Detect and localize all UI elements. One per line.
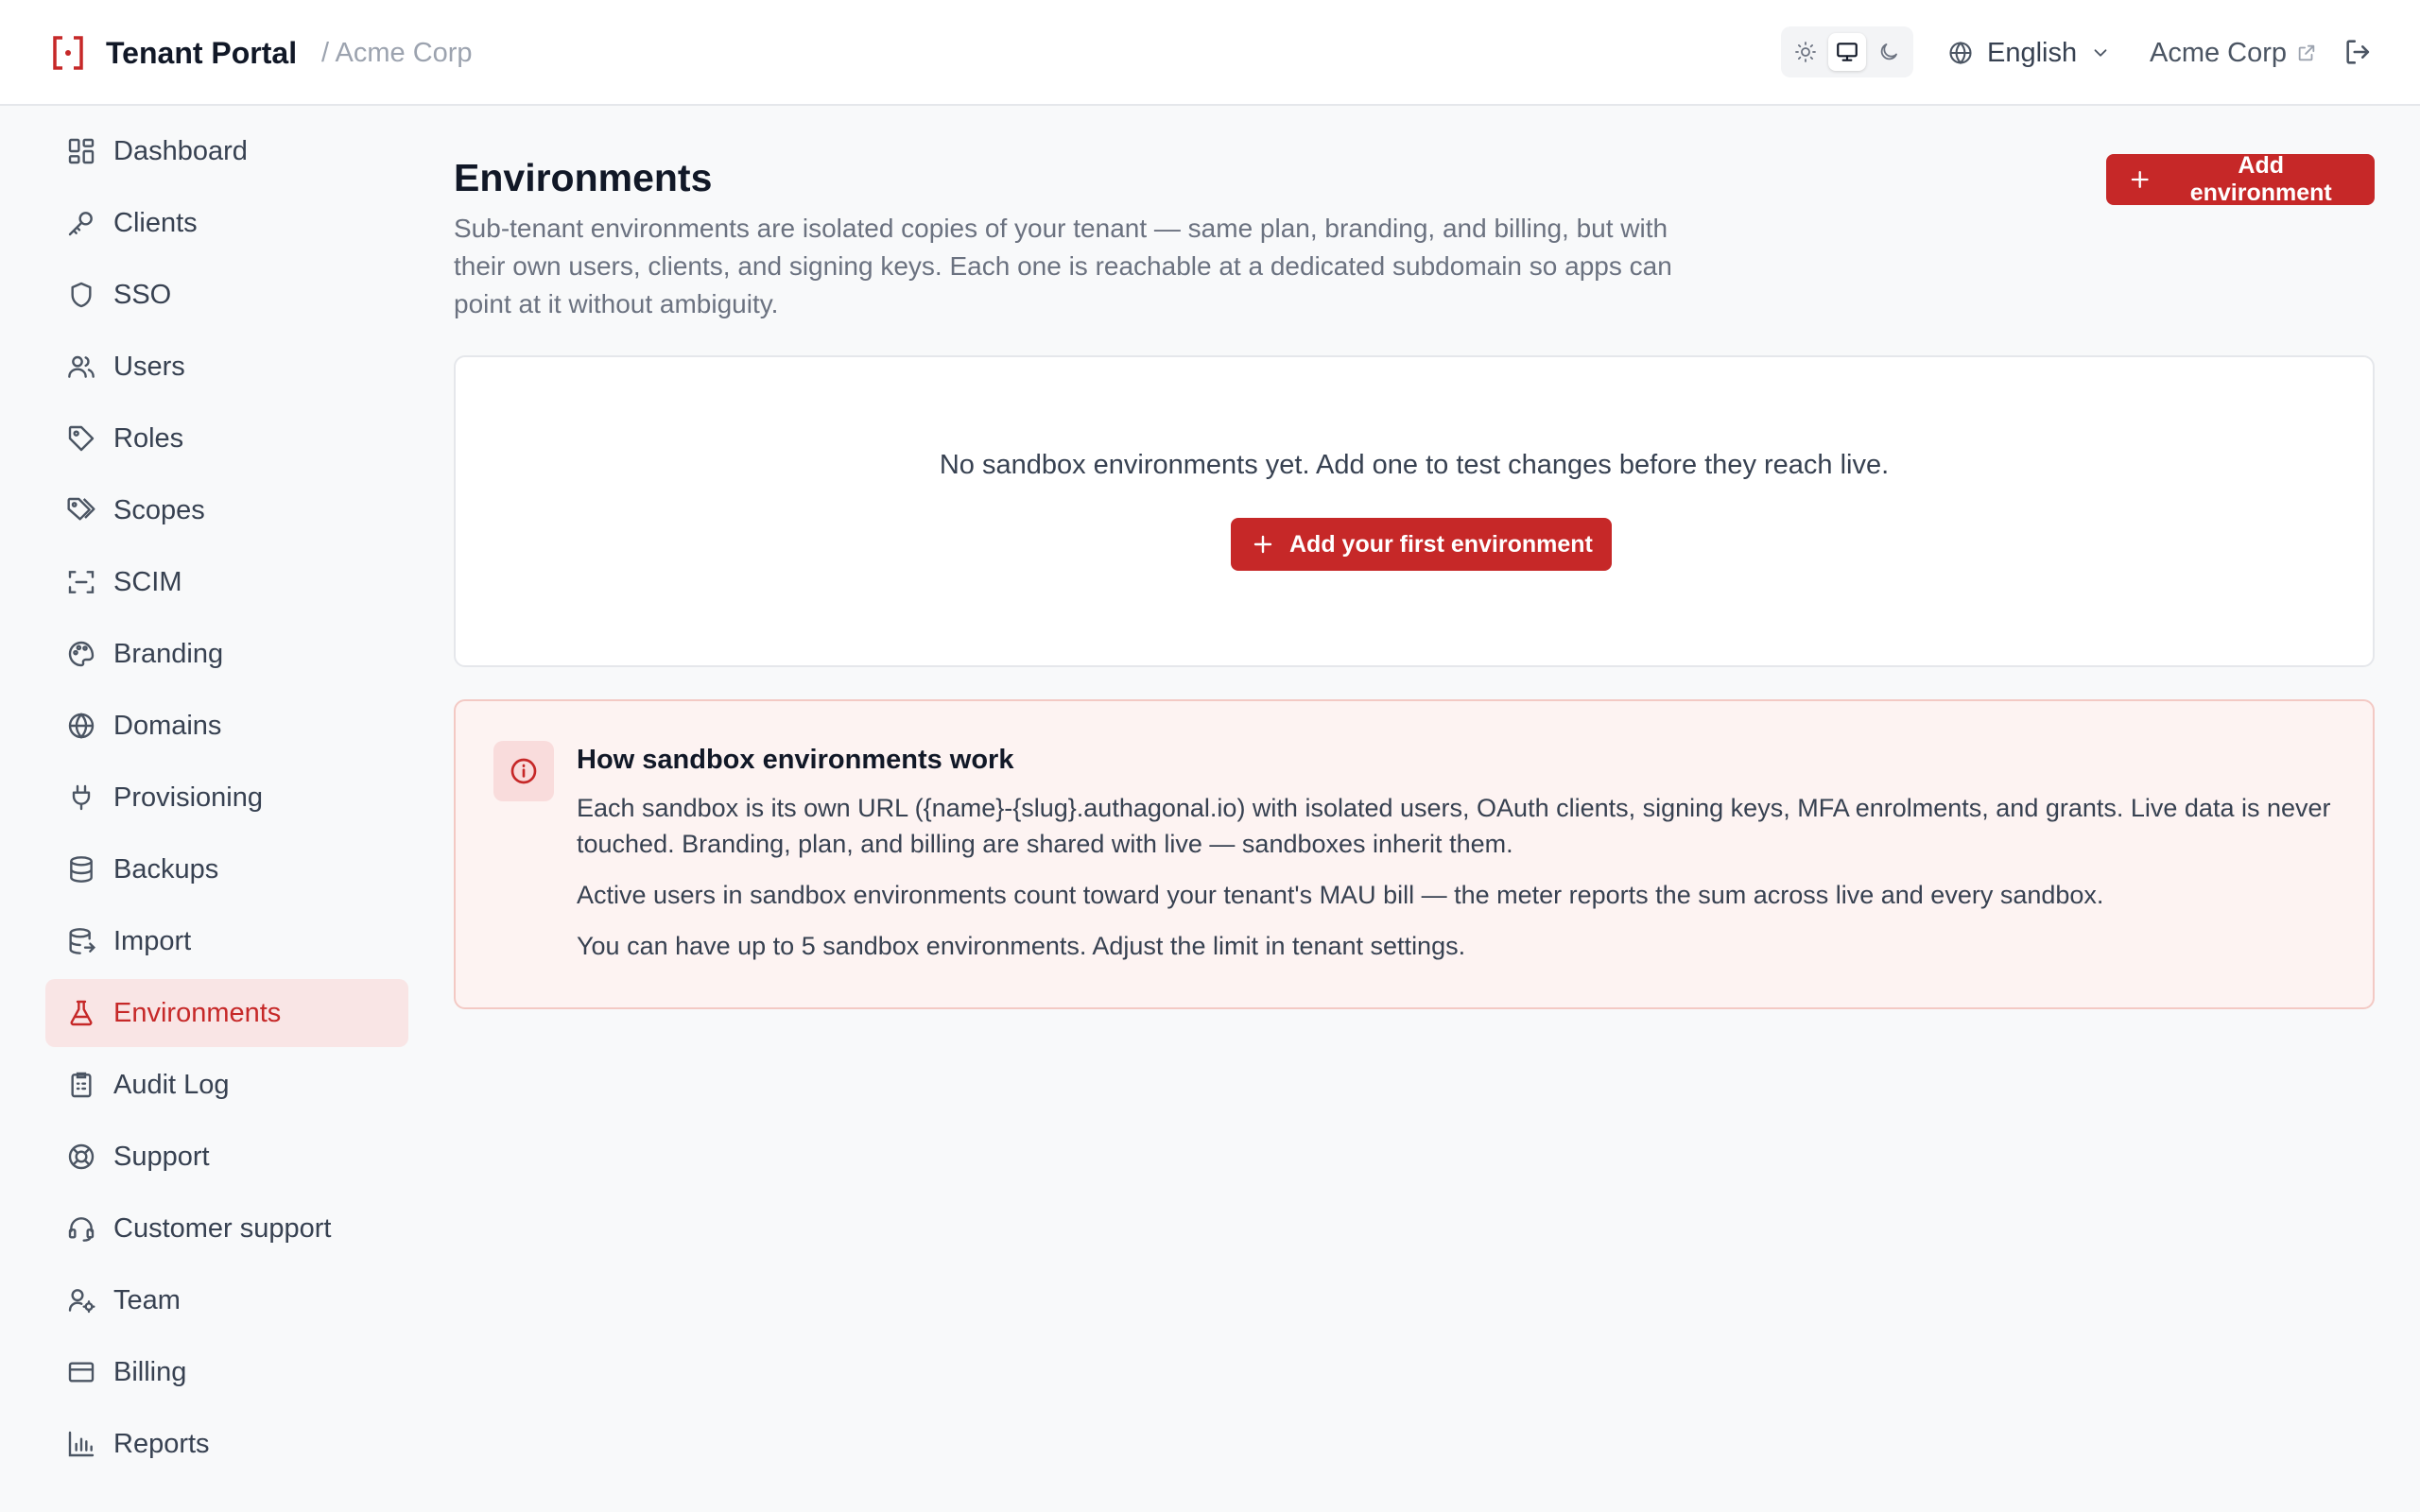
page-description: Sub-tenant environments are isolated cop… <box>454 214 1672 318</box>
info-paragraph: You can have up to 5 sandbox environment… <box>577 932 1466 960</box>
sidebar-item-label: SSO <box>113 279 172 310</box>
flask-icon <box>70 1000 93 1026</box>
empty-state-text: No sandbox environments yet. Add one to … <box>939 450 1890 480</box>
sidebar-item-scopes[interactable]: Scopes <box>45 476 408 544</box>
moon-icon <box>1880 43 1897 60</box>
info-icon <box>510 758 537 784</box>
key-icon <box>68 212 93 236</box>
sidebar-item-roles[interactable]: Roles <box>45 404 408 472</box>
sidebar-item-label: Backups <box>113 853 219 885</box>
language-selector[interactable]: English <box>1947 28 2111 77</box>
system-mode-button[interactable] <box>1828 33 1866 71</box>
tenant-link-label: Acme Corp <box>2150 37 2288 68</box>
sidebar-item-support[interactable]: Support <box>45 1123 408 1191</box>
sidebar-item-label: Environments <box>113 997 282 1028</box>
plus-icon <box>2131 171 2149 188</box>
plus-icon <box>1253 535 1272 554</box>
bar-chart-icon <box>68 1431 95 1457</box>
sidebar-item-label: Scopes <box>113 494 205 525</box>
language-label: English <box>1987 37 2078 68</box>
sidebar-item-team[interactable]: Team <box>45 1266 408 1334</box>
sidebar-item-label: Domains <box>113 710 222 741</box>
tags-icon <box>67 497 95 521</box>
logout-icon <box>2346 40 2370 64</box>
sidebar-item-scim[interactable]: SCIM <box>45 548 408 616</box>
users-icon <box>68 355 95 378</box>
sidebar-item-provisioning[interactable]: Provisioning <box>45 764 408 832</box>
sidebar-item-label: Import <box>113 925 192 956</box>
empty-state-card: No sandbox environments yet. Add one to … <box>454 355 2375 667</box>
tag-icon <box>68 425 95 452</box>
sidebar-item-label: Branding <box>113 638 224 669</box>
sidebar-item-environments[interactable]: Environments <box>45 979 408 1047</box>
sidebar-item-branding[interactable]: Branding <box>45 620 408 688</box>
add-environment-button[interactable]: Add environment <box>2106 152 2375 206</box>
brand-logo-icon[interactable] <box>51 34 85 72</box>
database-import-icon <box>69 928 96 954</box>
plug-icon <box>72 784 91 811</box>
sidebar-item-label: Dashboard <box>113 135 248 166</box>
clipboard-icon <box>71 1072 92 1098</box>
info-title: How sandbox environments work <box>577 745 1014 775</box>
add-first-environment-label: Add your first environment <box>1289 530 1593 558</box>
logout-button[interactable] <box>2342 36 2375 68</box>
sidebar-item-billing[interactable]: Billing <box>45 1338 408 1406</box>
info-callout: How sandbox environments work Each sandb… <box>454 699 2375 1009</box>
info-icon-container <box>493 741 554 801</box>
page-title: Environments <box>454 156 713 199</box>
info-paragraph: Each sandbox is its own URL ({name}-{slu… <box>577 794 2331 858</box>
sidebar-item-domains[interactable]: Domains <box>45 692 408 760</box>
sidebar-item-label: Support <box>113 1141 210 1172</box>
brand-name[interactable]: Tenant Portal <box>106 32 297 74</box>
sidebar-item-label: Team <box>113 1284 181 1315</box>
sidebar-nav: Dashboard Clients SSO Users Roles Scopes… <box>45 117 408 1482</box>
palette-icon <box>68 641 95 667</box>
add-first-environment-button[interactable]: Add your first environment <box>1231 518 1612 571</box>
chevron-down-icon <box>2094 49 2107 57</box>
sidebar-item-label: SCIM <box>113 566 182 597</box>
top-bar: Tenant Portal / Acme Corp English Acme C… <box>0 0 2420 106</box>
sidebar-item-audit-log[interactable]: Audit Log <box>45 1051 408 1119</box>
globe-icon <box>1949 41 1972 65</box>
lifebuoy-icon <box>68 1143 95 1170</box>
globe-icon <box>68 713 95 739</box>
sidebar-item-label: Audit Log <box>113 1069 230 1100</box>
add-environment-label: Add environment <box>2189 152 2332 206</box>
sidebar-item-label: Roles <box>113 422 184 454</box>
sidebar-item-label: Clients <box>113 207 198 238</box>
sidebar-item-reports[interactable]: Reports <box>45 1410 408 1478</box>
user-cog-icon <box>68 1289 95 1314</box>
breadcrumb: / Acme Corp <box>321 38 473 68</box>
shield-icon <box>71 282 92 308</box>
database-icon <box>70 856 93 883</box>
sidebar-item-sso[interactable]: SSO <box>45 261 408 329</box>
headset-icon <box>68 1217 95 1242</box>
scan-icon <box>68 571 95 593</box>
sidebar-item-label: Reports <box>113 1428 210 1459</box>
sidebar-item-customer-support[interactable]: Customer support <box>45 1194 408 1263</box>
sidebar-item-backups[interactable]: Backups <box>45 835 408 903</box>
info-paragraph: Active users in sandbox environments cou… <box>577 881 2104 909</box>
sidebar-item-clients[interactable]: Clients <box>45 189 408 257</box>
dashboard-icon <box>68 138 95 164</box>
sidebar-item-label: Customer support <box>113 1212 332 1244</box>
external-link-icon <box>2298 44 2315 61</box>
dark-mode-button[interactable] <box>1870 33 1908 71</box>
sun-icon <box>1795 42 1816 62</box>
sidebar-item-label: Billing <box>113 1356 187 1387</box>
light-mode-button[interactable] <box>1787 33 1824 71</box>
sidebar-item-label: Provisioning <box>113 782 263 813</box>
sidebar-item-import[interactable]: Import <box>45 907 408 975</box>
sidebar-item-users[interactable]: Users <box>45 333 408 401</box>
tenant-external-link[interactable]: Acme Corp <box>2150 28 2317 77</box>
monitor-icon <box>1837 43 1858 61</box>
sidebar-item-dashboard[interactable]: Dashboard <box>45 117 408 185</box>
theme-toggle <box>1781 26 1913 77</box>
credit-card-icon <box>68 1362 95 1383</box>
sidebar-item-label: Users <box>113 351 185 382</box>
